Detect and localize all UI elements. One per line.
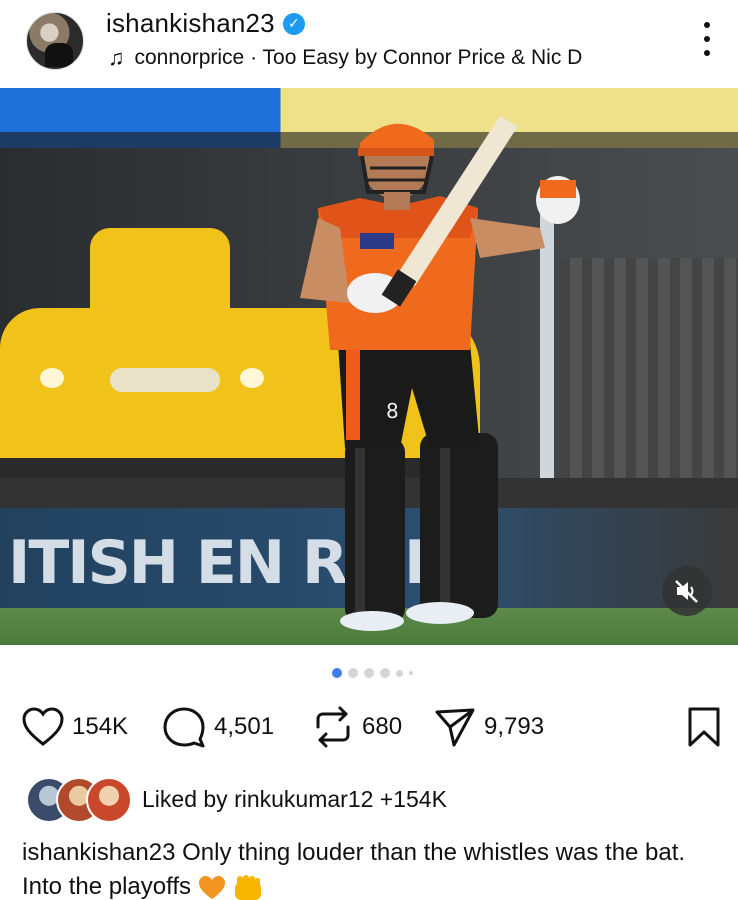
like-button[interactable]: 154K	[22, 702, 128, 752]
save-button[interactable]	[686, 706, 722, 753]
carousel-dot	[380, 668, 390, 678]
send-icon	[435, 708, 475, 747]
carousel-dot-active	[332, 668, 342, 678]
svg-text:8: 8	[386, 399, 399, 423]
like-count: 154K	[72, 713, 129, 740]
carousel-dot	[396, 669, 403, 677]
repost-button[interactable]: 680	[312, 702, 402, 752]
audio-track: Too Easy by Connor Price & Nic D	[262, 46, 583, 69]
audio-separator: ·	[250, 46, 258, 69]
audio-attribution[interactable]: ♫ connorprice · Too Easy by Connor Price…	[108, 46, 582, 70]
audio-artist: connorprice	[134, 46, 245, 69]
share-count: 9,793	[484, 713, 545, 740]
liked-by-text: Liked by rinkukumar12 +154K	[142, 786, 447, 813]
post-media[interactable]: ITISH EN RE B 8	[0, 88, 738, 645]
more-options-icon[interactable]	[702, 22, 712, 56]
comment-count: 4,501	[214, 713, 275, 740]
music-note-icon: ♫	[108, 45, 125, 70]
comment-button[interactable]: 4,501	[162, 702, 274, 752]
carousel-dot	[364, 668, 374, 678]
liked-by-prefix: Liked by	[142, 785, 228, 812]
post-header: ishankishan23 ✓ ♫ connorprice · Too Easy…	[0, 0, 738, 86]
repost-count: 680	[362, 713, 403, 740]
heart-icon	[22, 707, 64, 746]
bookmark-icon	[688, 707, 720, 747]
profile-avatar[interactable]	[26, 12, 84, 70]
liked-by-avatars	[26, 775, 132, 823]
carousel-indicator	[332, 668, 413, 678]
caption-username[interactable]: ishankishan23	[22, 839, 175, 866]
fist-emoji-icon	[235, 874, 262, 900]
orange-heart-emoji-icon	[198, 875, 225, 899]
liked-by-suffix: +154K	[379, 785, 447, 812]
post-actions: 154K 4,501 680 9,793	[22, 702, 722, 752]
liked-by-user[interactable]: rinkukumar12	[234, 786, 373, 812]
carousel-dot	[409, 671, 413, 675]
share-button[interactable]: 9,793	[434, 702, 544, 752]
mute-toggle-button[interactable]	[662, 566, 712, 616]
username[interactable]: ishankishan23	[106, 8, 275, 39]
speaker-muted-icon	[675, 580, 698, 603]
liked-by-row[interactable]: Liked by rinkukumar12 +154K	[26, 774, 447, 824]
liker-avatar	[86, 777, 132, 823]
cricketer-image: 8	[300, 116, 580, 631]
verified-badge-icon: ✓	[282, 12, 305, 35]
comment-icon	[163, 707, 205, 748]
carousel-dot	[348, 668, 358, 678]
repost-icon	[316, 706, 350, 748]
post-caption: ishankishan23 Only thing louder than the…	[22, 836, 722, 900]
username-row: ishankishan23 ✓	[106, 8, 305, 39]
